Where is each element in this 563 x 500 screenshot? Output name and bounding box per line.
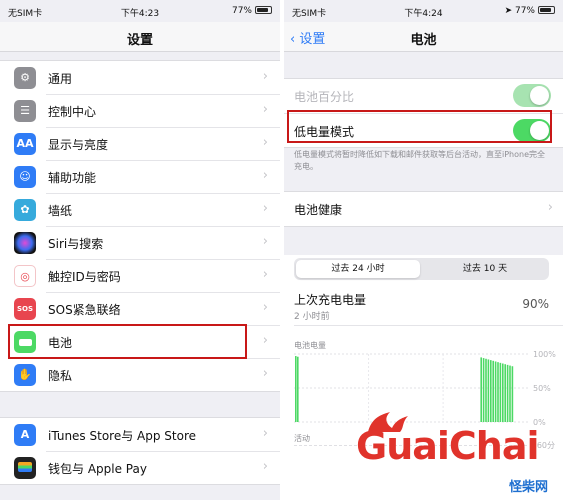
battery-percentage-toggle[interactable] — [513, 84, 551, 107]
battery-percent: 77% — [231, 6, 252, 16]
chevron-right-icon: › — [262, 267, 268, 282]
app-store-icon: A — [14, 424, 36, 446]
battery-level-bar — [295, 356, 297, 422]
battery-level-bar — [297, 356, 299, 422]
tab-last-24-hours[interactable]: 过去 24 小时 — [296, 260, 420, 278]
battery-percent: 77% — [514, 6, 535, 16]
accessibility-icon: ☺ — [14, 166, 36, 188]
sliders-icon: ☰ — [14, 100, 36, 122]
low-power-highlight — [287, 110, 552, 143]
settings-row-control-center[interactable]: ☰ 控制中心 › — [0, 94, 280, 127]
battery-health-row[interactable]: 电池健康 › — [284, 192, 563, 226]
battery-health-group: 电池健康 › — [284, 191, 563, 227]
time-range-segmented-control: 过去 24 小时 过去 10 天 — [294, 258, 549, 280]
settings-screen: 无SIM卡 下午4:23 77% 设置 ⚙ 通用 › ☰ 控制中心 › AA 显… — [0, 0, 280, 500]
row-label: 墙纸 — [48, 204, 73, 218]
navigation-bar: 设置 — [0, 22, 280, 52]
chevron-right-icon: › — [262, 366, 268, 381]
watermark-brand: GuaiChai — [356, 424, 540, 468]
settings-row-wallet[interactable]: 钱包与 Apple Pay › — [0, 451, 280, 484]
siri-icon — [14, 232, 36, 254]
battery-status: 77% — [232, 6, 272, 16]
fingerprint-icon: ◎ — [14, 265, 36, 287]
last-charge-label: 上次充电电量 — [294, 293, 367, 307]
row-label: 控制中心 — [48, 105, 97, 119]
sos-icon: SOS — [14, 298, 36, 320]
battery-icon — [255, 6, 272, 14]
battery-row-highlight — [8, 324, 247, 359]
page-title: 电池 — [410, 33, 437, 48]
settings-row-general[interactable]: ⚙ 通用 › — [0, 61, 280, 94]
row-label: 隐私 — [48, 369, 73, 383]
row-label: 通用 — [48, 72, 73, 86]
settings-row-wallpaper[interactable]: ✿ 墙纸 › — [0, 193, 280, 226]
row-label: SOS紧急联络 — [48, 303, 121, 317]
settings-row-sos[interactable]: SOS SOS紧急联络 › — [0, 292, 280, 325]
flower-icon: ✿ — [14, 199, 36, 221]
battery-status: ➤ 77% — [505, 6, 555, 16]
chevron-right-icon: › — [262, 135, 268, 150]
row-label: Siri与搜索 — [48, 237, 104, 251]
chevron-right-icon: › — [262, 168, 268, 183]
y-tick-label: 50% — [533, 384, 551, 393]
gear-icon: ⚙ — [14, 67, 36, 89]
status-bar: 无SIM卡 下午4:24 ➤ 77% — [284, 0, 563, 22]
battery-percentage-label: 电池百分比 — [294, 90, 355, 104]
low-power-note: 低电量模式将暂时降低如下载和邮件获取等后台活动，直至iPhone完全充电。 — [294, 150, 546, 171]
chevron-right-icon: › — [262, 201, 268, 216]
row-label: 钱包与 Apple Pay — [48, 462, 147, 476]
chevron-right-icon: › — [547, 200, 553, 215]
last-charge-value: 90% — [522, 297, 549, 311]
wallet-icon — [14, 457, 36, 479]
divider — [294, 325, 563, 326]
text-size-icon: AA — [14, 133, 36, 155]
chevron-right-icon: › — [262, 426, 268, 441]
last-charge-time: 2 小时前 — [294, 312, 330, 322]
settings-row-accessibility[interactable]: ☺ 辅助功能 › — [0, 160, 280, 193]
settings-group-stores: A iTunes Store与 App Store › 钱包与 Apple Pa… — [0, 417, 280, 485]
page-title: 设置 — [126, 33, 153, 48]
settings-row-siri[interactable]: Siri与搜索 › — [0, 226, 280, 259]
settings-row-display[interactable]: AA 显示与亮度 › — [0, 127, 280, 160]
row-label: iTunes Store与 App Store — [48, 429, 197, 443]
watermark-cn: 怪柴网 — [508, 480, 548, 495]
chevron-right-icon: › — [262, 102, 268, 117]
chevron-right-icon: › — [262, 69, 268, 84]
row-label: 触控ID与密码 — [48, 270, 121, 284]
hand-icon: ✋ — [14, 364, 36, 386]
watermark-logo: GuaiChai 怪柴网 — [348, 410, 558, 498]
navigation-bar: ‹ 设置 电池 — [284, 22, 563, 52]
tab-last-10-days[interactable]: 过去 10 天 — [423, 260, 547, 278]
settings-row-privacy[interactable]: ✋ 隐私 › — [0, 358, 280, 391]
chevron-right-icon: › — [262, 333, 268, 348]
battery-health-label: 电池健康 — [294, 203, 343, 217]
row-label: 显示与亮度 — [48, 138, 109, 152]
status-bar: 无SIM卡 下午4:23 77% — [0, 0, 280, 22]
row-label: 辅助功能 — [48, 171, 97, 185]
chevron-right-icon: › — [262, 459, 268, 474]
chevron-right-icon: › — [262, 234, 268, 249]
location-arrow-icon: ➤ — [504, 6, 513, 16]
settings-row-touch-id[interactable]: ◎ 触控ID与密码 › — [0, 259, 280, 292]
battery-icon — [538, 6, 555, 14]
battery-percentage-row: 电池百分比 — [284, 79, 563, 113]
settings-row-app-store[interactable]: A iTunes Store与 App Store › — [0, 418, 280, 451]
activity-chart-title: 活动 — [294, 434, 310, 443]
y-tick-label: 100% — [533, 350, 556, 359]
chevron-right-icon: › — [262, 300, 268, 315]
